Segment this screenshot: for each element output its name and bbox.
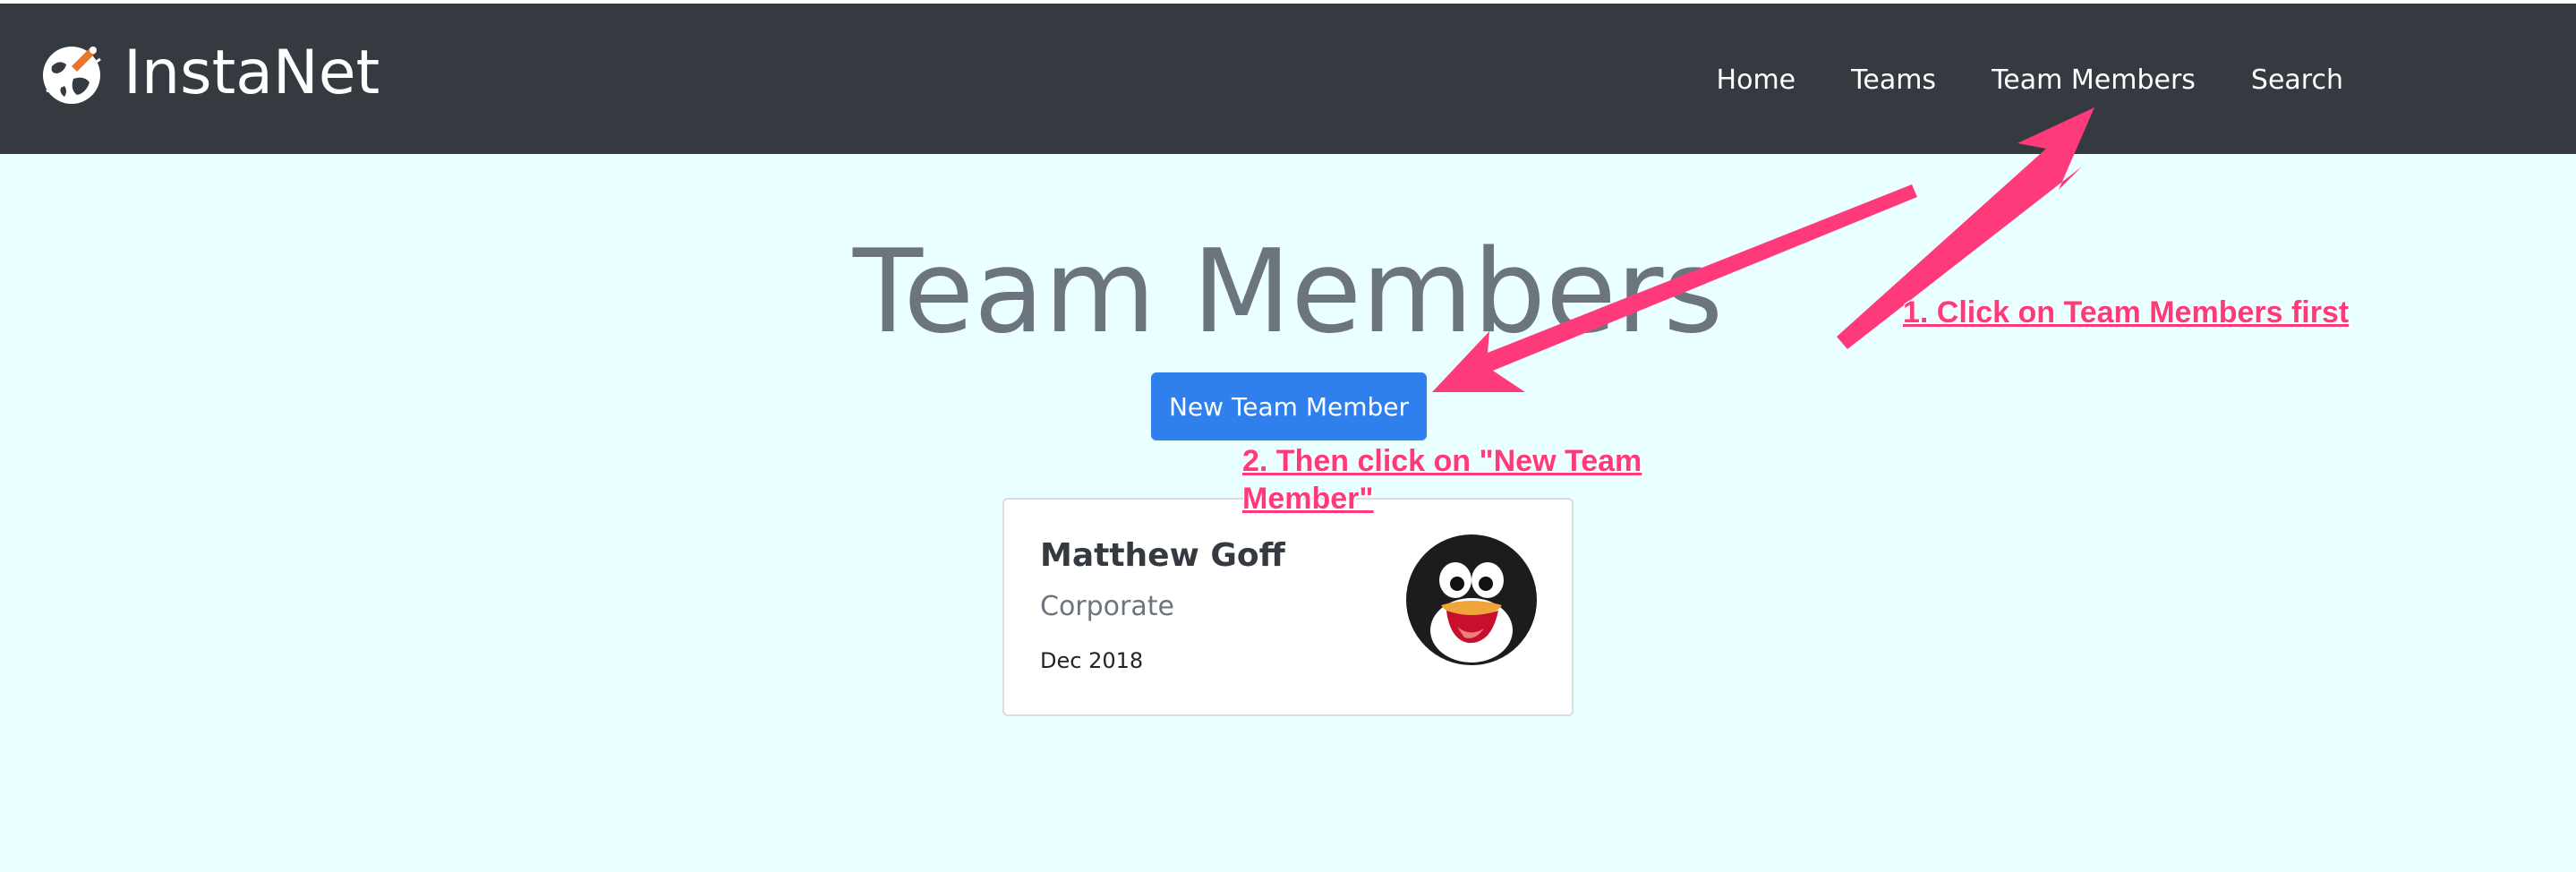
brand-name: InstaNet bbox=[124, 38, 380, 108]
nav-links: Home Teams Team Members Search bbox=[1661, 63, 2343, 98]
new-team-member-button[interactable]: New Team Member bbox=[1151, 372, 1427, 440]
globe-rocket-icon bbox=[43, 47, 101, 104]
navbar: InstaNet Home Teams Team Members Search bbox=[0, 0, 2576, 154]
team-member-card[interactable]: Matthew Goff Corporate Dec 2018 bbox=[1002, 498, 1574, 716]
nav-link-home[interactable]: Home bbox=[1717, 63, 1796, 98]
annotation-step-1: 1. Click on Team Members first bbox=[1903, 295, 2350, 329]
penguin-avatar bbox=[1406, 534, 1537, 665]
member-name: Matthew Goff bbox=[1040, 537, 1285, 574]
nav-link-team-members[interactable]: Team Members bbox=[1992, 63, 2196, 98]
brand[interactable]: InstaNet bbox=[38, 39, 380, 107]
annotation-step-2: 2. Then click on "New Team Member" bbox=[1242, 444, 1642, 516]
member-team: Corporate bbox=[1040, 591, 1174, 622]
nav-link-teams[interactable]: Teams bbox=[1851, 63, 1936, 98]
member-date: Dec 2018 bbox=[1040, 648, 1144, 673]
page-title: Team Members bbox=[852, 226, 1724, 359]
nav-link-search[interactable]: Search bbox=[2251, 63, 2343, 98]
